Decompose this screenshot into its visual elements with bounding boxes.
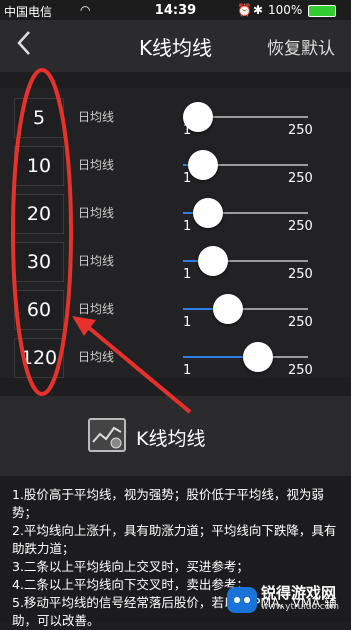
- ma-slider-min: 1: [183, 363, 192, 378]
- bluetooth-icon: ✱: [253, 3, 264, 17]
- line-chart-icon: [88, 418, 126, 452]
- watermark: 锐得游戏网 www.ytruido.com: [225, 582, 347, 618]
- ma-slider-knob[interactable]: [198, 246, 228, 276]
- ma-period-input[interactable]: 20: [14, 194, 64, 234]
- status-bar: 中国电信 ◠ 14:39 ⏰ ✱ 100%: [0, 0, 351, 20]
- ma-row-label: 日均线: [78, 110, 115, 124]
- reset-default-button[interactable]: 恢复默认: [267, 34, 335, 59]
- section-title: K线均线: [136, 428, 206, 450]
- ma-slider-max: 250: [288, 363, 313, 378]
- ma-slider-min: 1: [183, 171, 192, 186]
- ma-period-input[interactable]: 10: [14, 146, 64, 186]
- ma-row: 30 日均线 1 250: [0, 234, 351, 282]
- ma-settings-list: 5 日均线 1 250 10 日均线 1 250 20 日均线 1 250 30…: [0, 88, 351, 378]
- ma-row: 5 日均线 1 250: [0, 90, 351, 138]
- nav-bar: K线均线 恢复默认: [0, 20, 351, 72]
- ma-slider-max: 250: [288, 171, 313, 186]
- ma-period-input[interactable]: 5: [14, 98, 64, 138]
- watermark-logo-icon: [227, 587, 257, 613]
- ma-slider-max: 250: [288, 123, 313, 138]
- ma-slider-knob[interactable]: [213, 294, 243, 324]
- ma-slider-knob[interactable]: [243, 342, 273, 372]
- ma-row: 120 日均线 1 250: [0, 330, 351, 378]
- ma-slider-track[interactable]: [183, 342, 308, 372]
- battery-text: 100%: [268, 3, 303, 17]
- watermark-text: 锐得游戏网: [261, 584, 337, 602]
- ma-slider-track[interactable]: [183, 102, 308, 132]
- ma-row: 20 日均线 1 250: [0, 186, 351, 234]
- ma-slider-max: 250: [288, 267, 313, 282]
- ma-slider-knob[interactable]: [193, 198, 223, 228]
- ma-row-label: 日均线: [78, 350, 115, 364]
- ma-slider-track[interactable]: [183, 294, 308, 324]
- description-line: 1.股价高于平均线，视为强势；股价低于平均线，视为弱势；: [12, 487, 324, 520]
- ma-row-label: 日均线: [78, 302, 115, 316]
- ma-slider-min: 1: [183, 123, 192, 138]
- watermark-url: www.ytruido.com: [261, 602, 340, 612]
- ma-slider-max: 250: [288, 219, 313, 234]
- ma-slider-track[interactable]: [183, 246, 308, 276]
- ma-slider-min: 1: [183, 219, 192, 234]
- ma-period-input[interactable]: 60: [14, 290, 64, 330]
- description-line: 2.平均线向上涨升，具有助涨力道；平均线向下跌降，具有助跌力道；: [12, 523, 337, 556]
- ma-slider-track[interactable]: [183, 198, 308, 228]
- ma-period-input[interactable]: 30: [14, 242, 64, 282]
- ma-slider-knob[interactable]: [188, 150, 218, 180]
- ma-period-input[interactable]: 120: [14, 338, 64, 378]
- ma-row: 60 日均线 1 250: [0, 282, 351, 330]
- ma-slider-min: 1: [183, 315, 192, 330]
- battery-icon: [308, 5, 336, 17]
- ma-row-label: 日均线: [78, 206, 115, 220]
- ma-slider-max: 250: [288, 315, 313, 330]
- ma-row-label: 日均线: [78, 158, 115, 172]
- description-line: 3.二条以上平均线向上交叉时，买进参考；: [12, 559, 249, 574]
- ma-slider-track[interactable]: [183, 150, 308, 180]
- ma-row: 10 日均线 1 250: [0, 138, 351, 186]
- ma-slider-min: 1: [183, 267, 192, 282]
- ma-row-label: 日均线: [78, 254, 115, 268]
- section-header: K线均线: [0, 396, 351, 476]
- alarm-icon: ⏰: [237, 3, 252, 17]
